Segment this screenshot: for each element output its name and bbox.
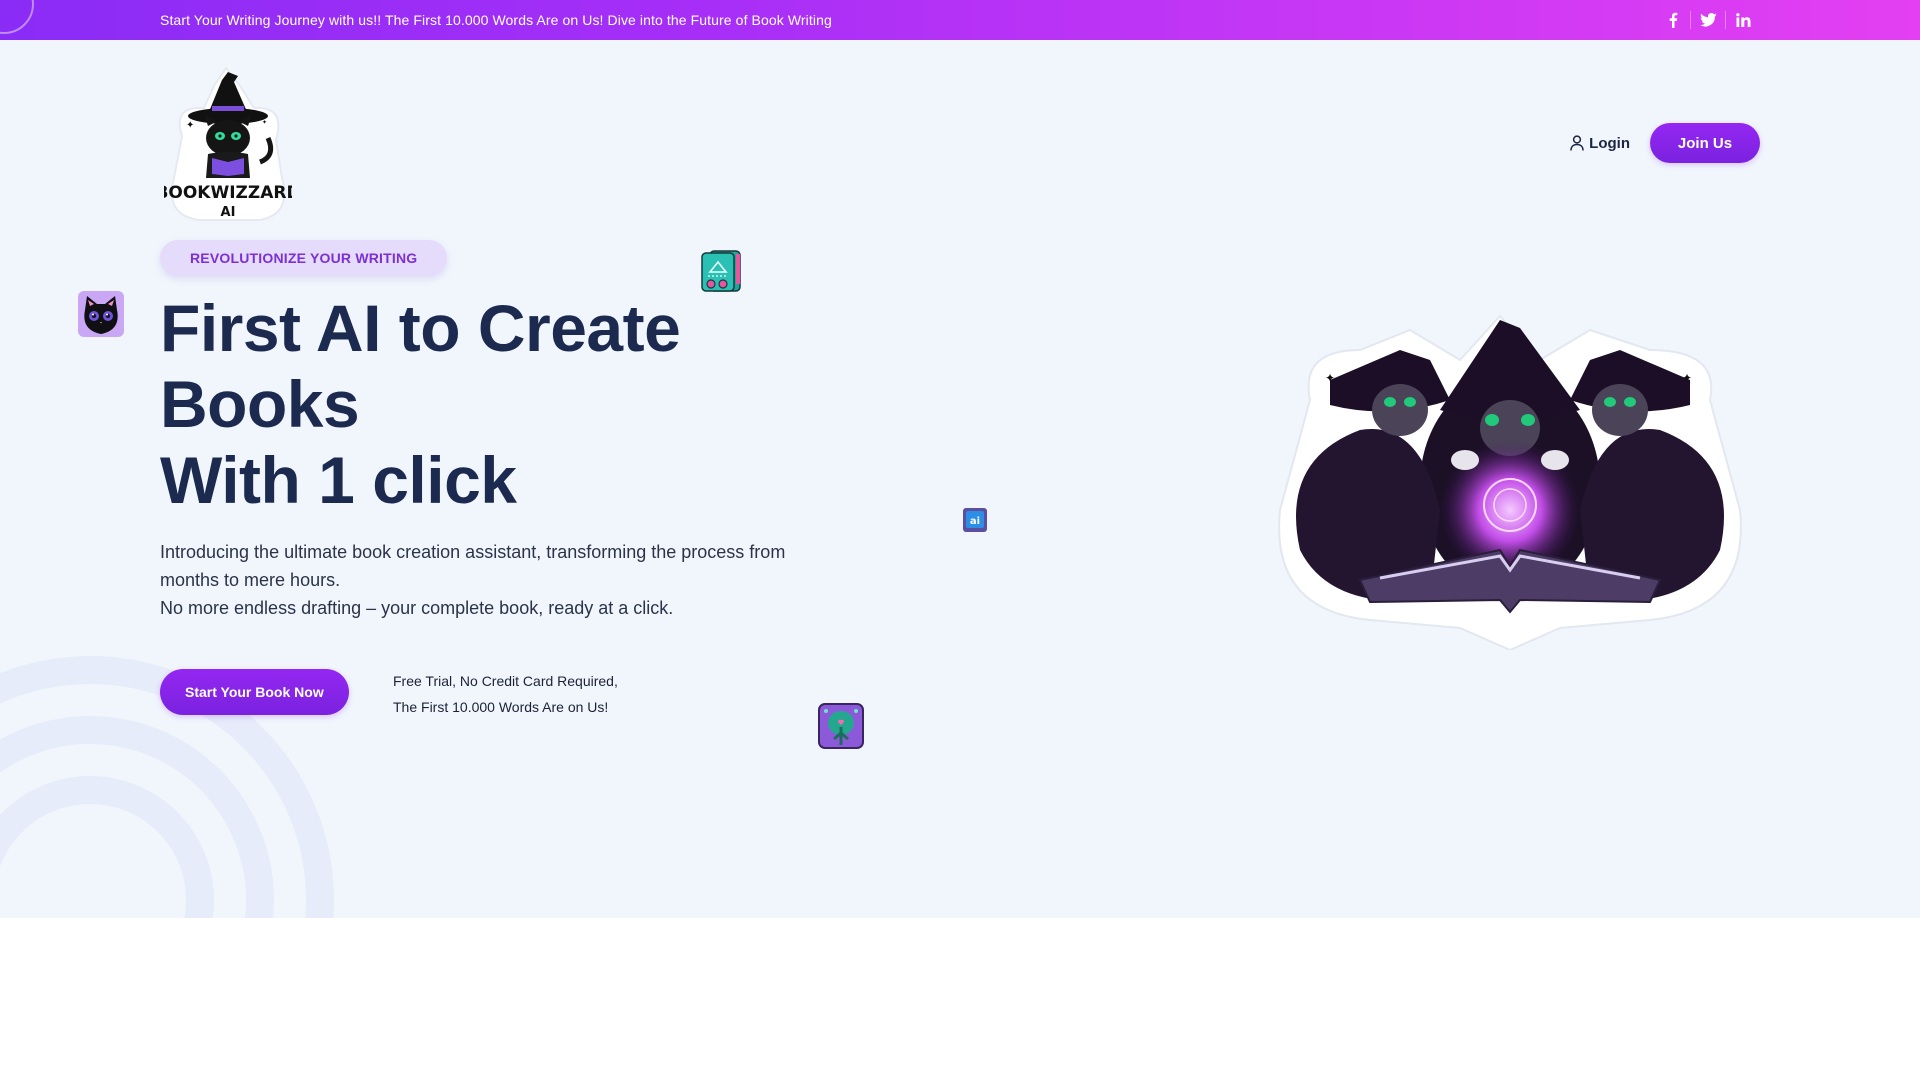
logo-subtitle: AI [221,205,236,220]
login-label: Login [1589,134,1630,152]
login-link[interactable]: Login [1570,135,1630,152]
twitter-link[interactable] [1691,0,1725,40]
cta-note-line: Free Trial, No Credit Card Required, [393,673,618,689]
announcement-bar: Start Your Writing Journey with us!! The… [0,0,1920,40]
bookwizzard-logo[interactable]: ✦ ✦ BOOKWIZZARD AI [164,66,292,226]
social-links [1656,0,1760,40]
headline-line: With 1 click [160,443,517,517]
twitter-icon [1699,13,1717,27]
cta-note: Free Trial, No Credit Card Required, The… [393,668,618,720]
linkedin-icon [1735,13,1750,27]
black-cat-sticker [78,291,124,337]
svg-text:✦: ✦ [262,119,267,126]
ai-chip-sticker: ai [963,508,987,532]
start-book-button[interactable]: Start Your Book Now [160,669,349,715]
announcement-text: Start Your Writing Journey with us!! The… [160,12,832,28]
decorative-ring [0,0,34,34]
description-line: No more endless drafting – your complete… [160,598,674,618]
svg-text:✦: ✦ [186,120,194,131]
join-us-button[interactable]: Join Us [1650,123,1760,163]
linkedin-link[interactable] [1726,0,1760,40]
background-arcs [0,656,334,918]
svg-text:ai: ai [970,516,980,527]
facebook-icon [1669,12,1678,28]
user-icon [1570,135,1584,151]
logo-wordmark: BOOKWIZZARD [164,183,292,203]
hero-headline: First AI to Create Books With 1 click [160,290,860,518]
circuit-tree-sticker [818,703,864,749]
facebook-link[interactable] [1656,0,1690,40]
description-line: months to mere hours. [160,570,341,590]
tagline-badge: REVOLUTIONIZE YOUR WRITING [160,240,448,276]
svg-text:✦: ✦ [1682,371,1692,385]
ai-book-sticker [701,250,741,292]
description-line: Introducing the ultimate book creation a… [160,542,786,562]
cta-note-line: The First 10.000 Words Are on Us! [393,699,609,715]
hero-section: ✦ ✦ BOOKWIZZARD AI Login Join Us REVOLUT… [0,40,1920,918]
headline-line: Books [160,367,360,441]
wizard-cats-illustration: ✦ ✦ [1278,314,1742,650]
headline-line: First AI to Create [160,291,681,365]
hero-description: Introducing the ultimate book creation a… [160,538,860,622]
header-nav: Login Join Us [1570,123,1760,163]
svg-text:✦: ✦ [1325,371,1335,385]
